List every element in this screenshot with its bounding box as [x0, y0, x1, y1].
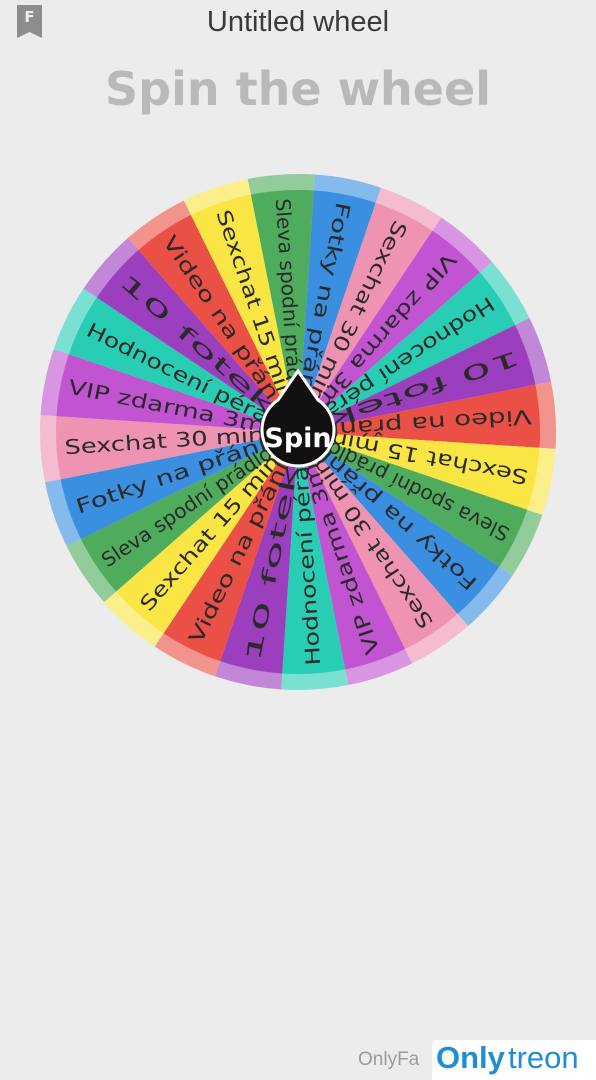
wheel-headline: Spin the wheel: [105, 62, 491, 116]
watermark-prefix: OnlyFa: [358, 1049, 420, 1070]
document-title: Untitled wheel: [206, 6, 390, 38]
spin-label: Spin: [264, 423, 331, 454]
watermark-logo: Only treon: [432, 1040, 596, 1080]
watermark-brand-bold: Only: [436, 1040, 505, 1075]
spin-wheel[interactable]: Sleva spodní prádloFotky na přáníSexchat…: [0, 150, 596, 710]
watermark-brand-rest: treon: [508, 1040, 579, 1075]
